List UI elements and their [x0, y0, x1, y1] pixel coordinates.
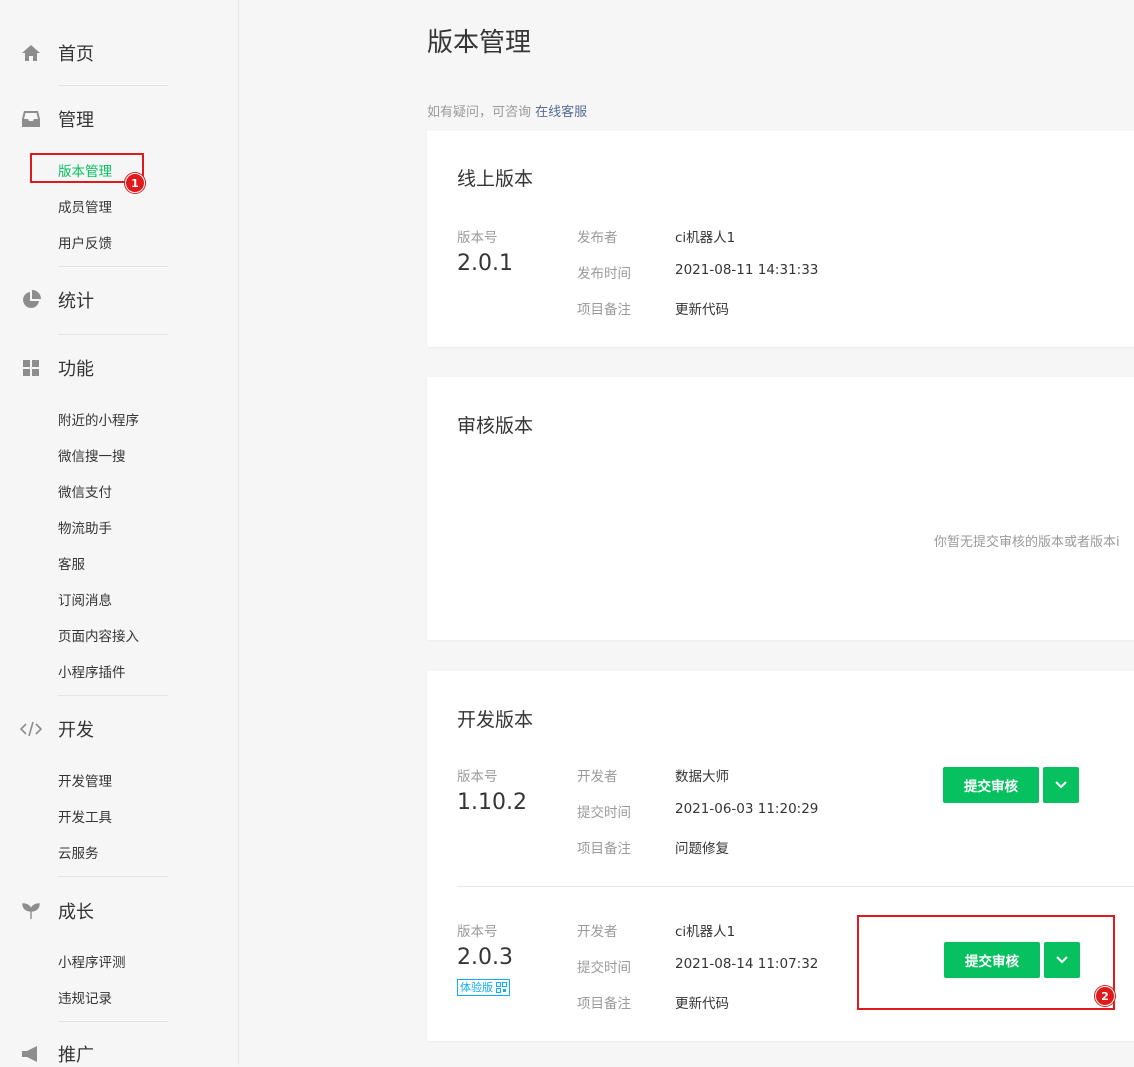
grid-icon	[20, 357, 42, 379]
online-version-title: 线上版本	[457, 168, 534, 190]
sidebar-item-violations[interactable]: 违规记录	[58, 987, 112, 1007]
sidebar-item-evaluation[interactable]: 小程序评测	[58, 951, 126, 971]
nav-stats-label: 统计	[58, 291, 94, 312]
sidebar-item-nearby[interactable]: 附近的小程序	[58, 409, 139, 429]
row-separator	[457, 886, 1134, 887]
note-label: 项目备注	[577, 841, 631, 857]
divider	[58, 1021, 168, 1022]
version-label: 版本号	[457, 769, 498, 785]
sidebar-item-subscribe-msg[interactable]: 订阅消息	[58, 589, 112, 609]
version-number: 1.10.2	[457, 790, 527, 815]
divider	[58, 695, 168, 696]
annotation-badge-1: 1	[125, 173, 145, 193]
nav-home-label: 首页	[58, 44, 94, 65]
nav-promote[interactable]: 推广	[20, 1042, 94, 1066]
note-value: 更新代码	[675, 302, 729, 318]
developer-label: 开发者	[577, 769, 618, 785]
code-icon	[20, 718, 42, 740]
megaphone-icon	[20, 1043, 42, 1065]
submit-time-label: 提交时间	[577, 960, 631, 976]
review-version-card: 审核版本 你暂无提交审核的版本或者版本i	[427, 377, 1134, 640]
sidebar: 首页 管理 版本管理 成员管理 用户反馈 统计 功能 附近的小程序 微信搜一搜 …	[0, 0, 239, 1066]
sidebar-item-plugins[interactable]: 小程序插件	[58, 661, 126, 681]
home-icon	[20, 42, 42, 64]
submit-review-button[interactable]: 提交审核	[943, 767, 1039, 803]
pie-chart-icon	[20, 289, 42, 311]
version-number: 2.0.3	[457, 945, 513, 970]
nav-features[interactable]: 功能	[20, 356, 94, 380]
nav-home[interactable]: 首页	[20, 41, 94, 65]
developer-value: ci机器人1	[675, 924, 736, 940]
qr-code-icon	[496, 982, 507, 993]
trial-version-tag-label: 体验版	[460, 981, 493, 994]
submit-time-value: 2021-08-14 11:07:32	[675, 956, 819, 972]
version-label: 版本号	[457, 230, 498, 246]
sidebar-item-dev-tools[interactable]: 开发工具	[58, 806, 112, 826]
sprout-icon	[20, 900, 42, 922]
page-title: 版本管理	[427, 28, 532, 58]
sidebar-item-page-content[interactable]: 页面内容接入	[58, 625, 139, 645]
trial-version-tag[interactable]: 体验版	[457, 979, 510, 996]
nav-growth-label: 成长	[58, 902, 94, 923]
submit-time-label: 提交时间	[577, 805, 631, 821]
dev-version-title: 开发版本	[457, 709, 534, 731]
nav-manage[interactable]: 管理	[20, 107, 94, 131]
help-text: 如有疑问，可咨询 在线客服	[427, 101, 587, 120]
sidebar-item-customer-service[interactable]: 客服	[58, 553, 85, 573]
online-version-card: 线上版本 版本号 2.0.1 发布者 ci机器人1 发布时间 2021-08-1…	[427, 131, 1134, 347]
divider	[58, 85, 168, 86]
annotation-box-2	[857, 915, 1115, 1010]
nav-features-label: 功能	[58, 359, 94, 380]
sidebar-item-logistics[interactable]: 物流助手	[58, 517, 112, 537]
sidebar-item-user-feedback[interactable]: 用户反馈	[58, 232, 112, 252]
chevron-down-icon	[1055, 781, 1067, 789]
note-label: 项目备注	[577, 996, 631, 1012]
note-value: 更新代码	[675, 996, 729, 1012]
note-value: 问题修复	[675, 841, 729, 857]
nav-stats[interactable]: 统计	[20, 288, 94, 312]
sidebar-item-cloud[interactable]: 云服务	[58, 842, 99, 862]
sidebar-item-wechat-search[interactable]: 微信搜一搜	[58, 445, 126, 465]
divider	[58, 266, 168, 267]
publish-time-value: 2021-08-11 14:31:33	[675, 262, 819, 278]
submit-time-value: 2021-06-03 11:20:29	[675, 801, 819, 817]
publisher-label: 发布者	[577, 230, 618, 246]
developer-label: 开发者	[577, 924, 618, 940]
annotation-badge-2: 2	[1095, 986, 1115, 1006]
sidebar-item-dev-manage[interactable]: 开发管理	[58, 770, 112, 790]
nav-manage-label: 管理	[58, 110, 94, 131]
version-number: 2.0.1	[457, 251, 513, 276]
review-empty-text: 你暂无提交审核的版本或者版本i	[934, 535, 1120, 550]
nav-dev[interactable]: 开发	[20, 717, 94, 741]
sidebar-item-member-manage[interactable]: 成员管理	[58, 196, 112, 216]
online-support-link[interactable]: 在线客服	[535, 105, 587, 120]
review-version-title: 审核版本	[457, 415, 534, 437]
divider	[58, 334, 168, 335]
developer-value: 数据大师	[675, 769, 729, 785]
help-text-label: 如有疑问，可咨询	[427, 105, 532, 120]
sidebar-item-wechat-pay[interactable]: 微信支付	[58, 481, 112, 501]
note-label: 项目备注	[577, 302, 631, 318]
version-label: 版本号	[457, 924, 498, 940]
divider	[58, 876, 168, 877]
publish-time-label: 发布时间	[577, 266, 631, 282]
nav-growth[interactable]: 成长	[20, 899, 94, 923]
more-options-button[interactable]	[1043, 767, 1079, 803]
inbox-icon	[20, 108, 42, 130]
nav-dev-label: 开发	[58, 720, 94, 741]
publisher-value: ci机器人1	[675, 230, 736, 246]
nav-promote-label: 推广	[58, 1045, 94, 1066]
